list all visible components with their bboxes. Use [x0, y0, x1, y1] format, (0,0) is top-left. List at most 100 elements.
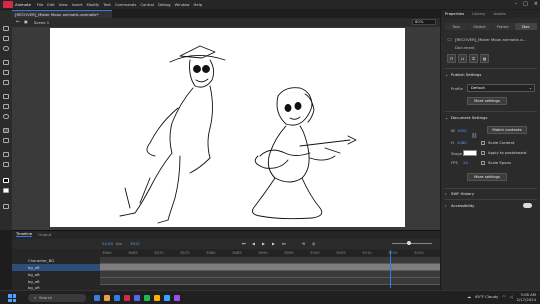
- step-forward-icon[interactable]: ▶: [272, 242, 275, 246]
- animate-taskbar-icon[interactable]: [124, 295, 130, 301]
- publish-settings-header[interactable]: Publish Settings: [451, 73, 481, 77]
- document-tab[interactable]: [RECOVER]_Mister Moon animatic.animatic*: [12, 10, 112, 18]
- close-icon[interactable]: ×: [534, 1, 538, 7]
- chrome-icon[interactable]: [154, 295, 160, 301]
- timeline-zoom-slider[interactable]: [392, 243, 432, 244]
- scale-spans-checkbox[interactable]: [481, 161, 485, 165]
- line-tool-icon[interactable]: [3, 94, 9, 99]
- loop-icon[interactable]: ⟲: [302, 242, 305, 246]
- layer-row-selected[interactable]: bg_oft: [12, 264, 100, 271]
- width-value[interactable]: 1920: [457, 129, 467, 133]
- hand-tool-icon[interactable]: [3, 152, 9, 157]
- brush-tool-icon[interactable]: [3, 60, 9, 65]
- menu-window[interactable]: Window: [175, 2, 190, 7]
- layer-frames[interactable]: [100, 271, 440, 278]
- match-contents-button[interactable]: Match contents: [487, 126, 527, 134]
- spotify-icon[interactable]: [144, 295, 150, 301]
- menu-debug[interactable]: Debug: [158, 2, 171, 7]
- layer-row[interactable]: bg_oft: [12, 271, 100, 278]
- zoom-field[interactable]: 60%: [412, 19, 436, 25]
- discord-icon[interactable]: [134, 295, 140, 301]
- tab-doc[interactable]: Doc: [514, 23, 537, 30]
- document-settings-chevron[interactable]: ⌄: [445, 116, 448, 120]
- menu-commands[interactable]: Commands: [115, 2, 137, 7]
- tab-output[interactable]: Output: [38, 232, 51, 237]
- properties-tab[interactable]: Properties: [445, 12, 464, 16]
- selection-tool-icon[interactable]: [3, 26, 9, 31]
- frame-ruler[interactable]: 3860 3865 3870 3875 3880 3885 3890 3895 …: [100, 250, 440, 256]
- menu-control[interactable]: Control: [140, 2, 154, 7]
- play-icon[interactable]: ▶: [262, 242, 265, 246]
- accessibility-toggle[interactable]: [523, 203, 532, 208]
- swf-history-chevron[interactable]: ›: [445, 192, 447, 196]
- menu-help[interactable]: Help: [194, 2, 203, 7]
- scale-content-checkbox[interactable]: [481, 141, 485, 145]
- tab-timeline[interactable]: Timeline: [16, 232, 33, 237]
- accessibility-header[interactable]: Accessibility: [451, 204, 474, 208]
- menu-view[interactable]: View: [59, 2, 68, 7]
- menu-edit[interactable]: Edit: [47, 2, 54, 7]
- subselection-tool-icon[interactable]: [3, 36, 9, 41]
- layer-frames[interactable]: [100, 278, 440, 285]
- fill-color-swatch[interactable]: [3, 188, 9, 193]
- snap-icon[interactable]: ⊔: [458, 54, 467, 63]
- menu-modify[interactable]: Modify: [87, 2, 100, 7]
- task-view-icon[interactable]: [94, 295, 100, 301]
- layer-frames[interactable]: [100, 264, 440, 271]
- clock[interactable]: 3:08 AM 2/17/2024: [517, 293, 536, 302]
- last-frame-icon[interactable]: ⏭: [282, 242, 285, 246]
- eraser-tool-icon[interactable]: [3, 80, 9, 85]
- onion-skin-icon[interactable]: ◎: [312, 242, 315, 246]
- fps-value[interactable]: 24: [463, 161, 468, 165]
- tab-tool[interactable]: Tool: [445, 23, 468, 30]
- publish-settings-chevron[interactable]: ⌄: [445, 73, 448, 77]
- profile-select[interactable]: Default ⌄: [467, 84, 535, 92]
- photoshop-icon[interactable]: [164, 295, 170, 301]
- tab-object[interactable]: Object: [468, 23, 491, 30]
- menu-text[interactable]: Text: [103, 2, 111, 7]
- menu-file[interactable]: File: [37, 2, 43, 7]
- apply-pasteboard-checkbox[interactable]: [481, 151, 485, 155]
- menu-insert[interactable]: Insert: [72, 2, 83, 7]
- zoom-tool-icon[interactable]: [3, 162, 9, 167]
- more-tools-icon[interactable]: [3, 204, 9, 209]
- stage[interactable]: [50, 28, 405, 227]
- grid-icon[interactable]: ⌗: [469, 54, 478, 63]
- assets-tab[interactable]: Assets: [493, 12, 505, 16]
- guides-icon[interactable]: ▤: [480, 54, 489, 63]
- edge-icon[interactable]: [114, 295, 120, 301]
- step-back-icon[interactable]: ◀: [252, 242, 255, 246]
- rectangle-tool-icon[interactable]: [3, 104, 9, 109]
- frame-readout[interactable]: 3912: [130, 242, 140, 246]
- taskbar-search[interactable]: ⌕ Search: [28, 294, 86, 302]
- wifi-icon[interactable]: ◠: [502, 295, 505, 299]
- playhead[interactable]: [390, 250, 391, 288]
- swf-history-header[interactable]: SWF History: [451, 192, 474, 196]
- back-arrow-icon[interactable]: ←: [16, 20, 20, 25]
- scene-name[interactable]: Scene 1: [34, 20, 49, 25]
- link-icon[interactable]: ⛓: [471, 133, 477, 139]
- first-frame-icon[interactable]: ⏮: [242, 242, 245, 246]
- align-icon[interactable]: ⊓: [447, 54, 456, 63]
- height-value[interactable]: 1080: [457, 141, 467, 145]
- document-settings-header[interactable]: Document Settings: [451, 116, 487, 120]
- more-settings-button-1[interactable]: More settings: [467, 97, 507, 105]
- weather-text[interactable]: 65°F Cloudy: [475, 295, 498, 299]
- file-explorer-icon[interactable]: [104, 295, 110, 301]
- more-settings-button-2[interactable]: More settings: [467, 173, 507, 181]
- eyedropper-tool-icon[interactable]: [3, 138, 9, 143]
- timeline-zoom-handle[interactable]: [407, 241, 411, 245]
- windows-start-icon[interactable]: [8, 294, 16, 302]
- pencil-tool-icon[interactable]: [3, 70, 9, 75]
- transform-tool-icon[interactable]: [3, 46, 9, 51]
- library-tab[interactable]: Library: [472, 12, 485, 16]
- paint-bucket-tool-icon[interactable]: [3, 128, 9, 133]
- oval-tool-icon[interactable]: [3, 114, 9, 119]
- layer-frames[interactable]: [100, 257, 440, 264]
- stage-color-swatch[interactable]: [463, 150, 477, 156]
- layer-row[interactable]: Character_BG: [12, 257, 100, 264]
- stroke-color-swatch[interactable]: [3, 178, 9, 183]
- volume-icon[interactable]: ◁: [510, 295, 513, 299]
- accessibility-chevron[interactable]: ›: [445, 204, 447, 208]
- minimize-icon[interactable]: –: [515, 1, 518, 7]
